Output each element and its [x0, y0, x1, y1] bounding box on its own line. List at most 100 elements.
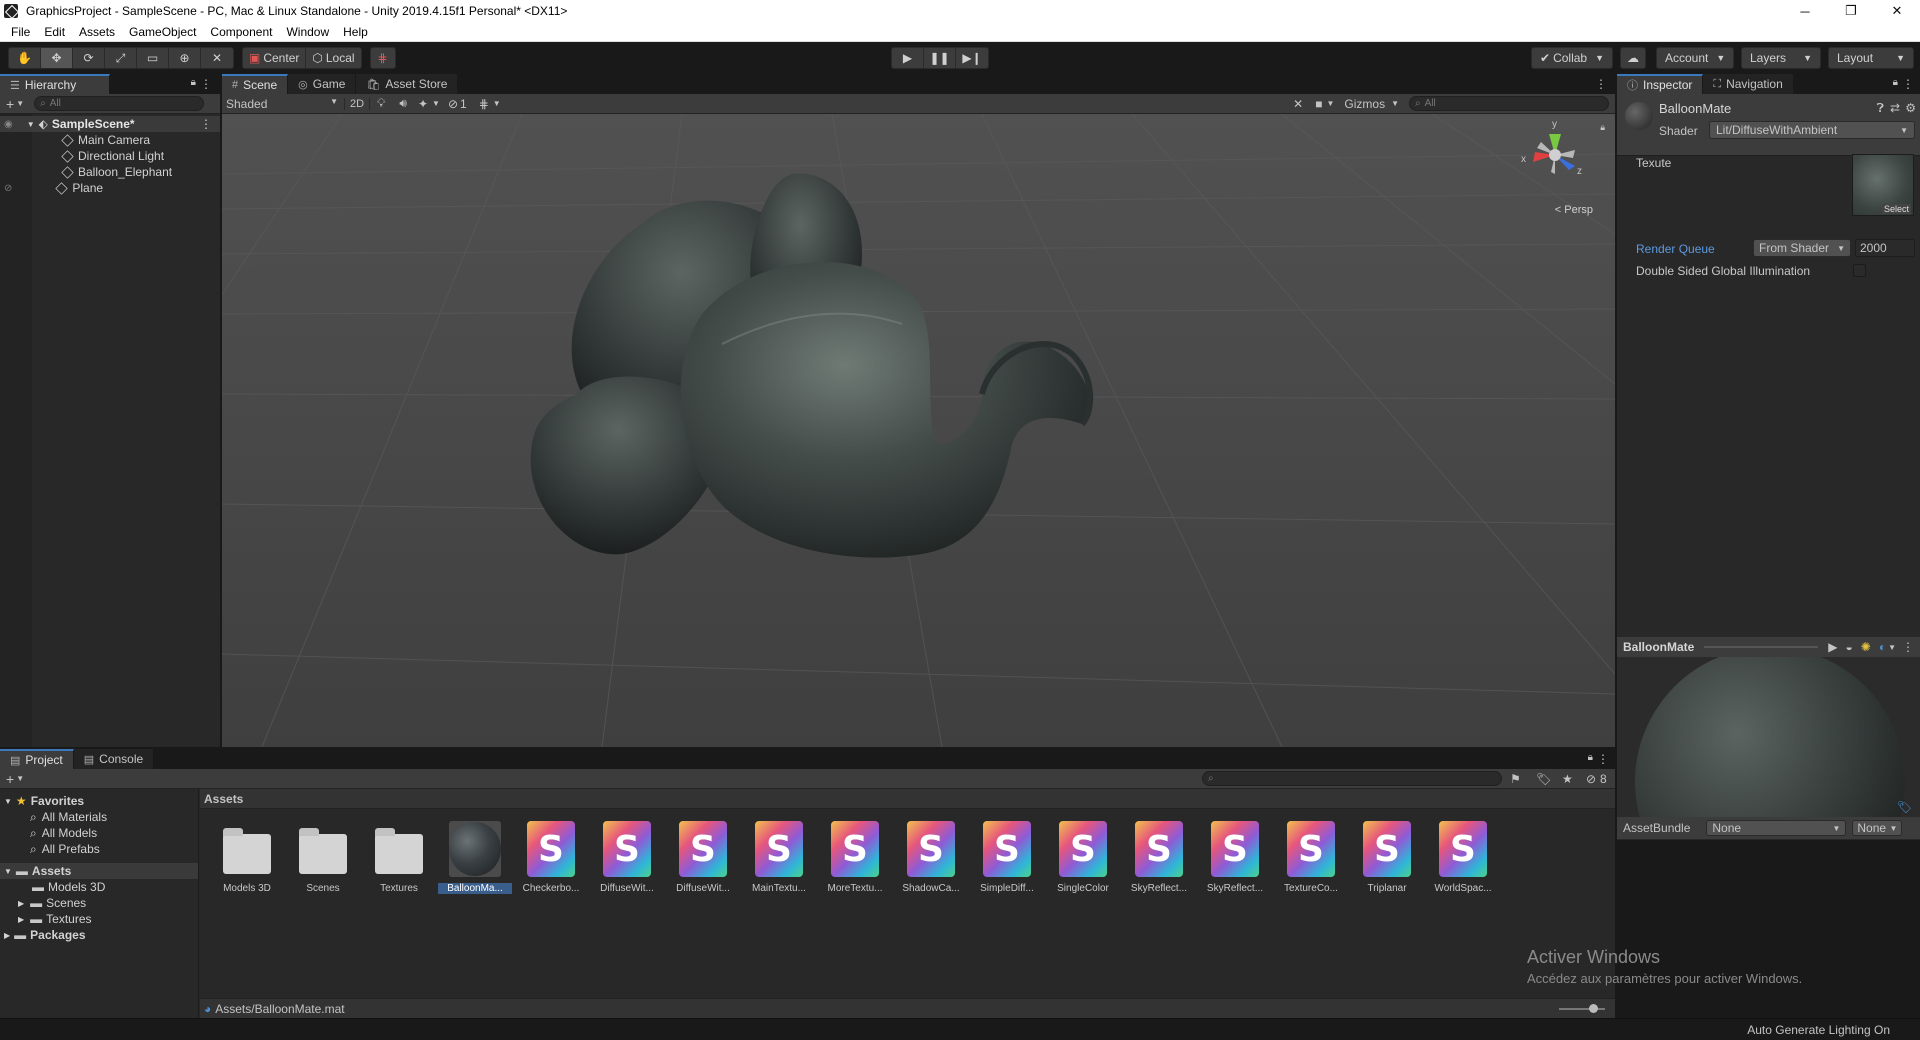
- asset-item-shader[interactable]: S ShadowCa...: [896, 821, 966, 894]
- lock-icon[interactable]: 🔒︎: [1893, 77, 1898, 88]
- asset-item-shader[interactable]: S Triplanar: [1352, 821, 1422, 894]
- chevron-down-icon[interactable]: ▼: [493, 99, 501, 108]
- orientation-gizmo[interactable]: y x z: [1515, 119, 1595, 192]
- light-icon[interactable]: ✺: [1861, 640, 1871, 654]
- hand-tool-icon[interactable]: ✋: [9, 48, 41, 68]
- lock-icon[interactable]: 🔒︎: [191, 77, 196, 88]
- account-dropdown[interactable]: Account ▼: [1656, 47, 1734, 69]
- texture-slot[interactable]: Select: [1852, 154, 1914, 216]
- asset-folder-item[interactable]: ▶ ▬ Scenes: [0, 895, 198, 911]
- assetbundle-variant-dropdown[interactable]: None ▼: [1852, 820, 1903, 836]
- icon-size-slider[interactable]: [1559, 1004, 1605, 1013]
- lighting-status[interactable]: Auto Generate Lighting On: [1747, 1023, 1890, 1037]
- kebab-menu-icon[interactable]: ⋮: [200, 77, 212, 91]
- slider-thumb[interactable]: [1589, 1004, 1598, 1013]
- menu-edit[interactable]: Edit: [37, 25, 72, 39]
- lock-icon[interactable]: 🔒︎: [1588, 752, 1593, 763]
- grid-toggle-icon[interactable]: ⋕: [479, 97, 489, 111]
- eye-icon[interactable]: ◉: [4, 119, 13, 130]
- rect-tool-icon[interactable]: ▭: [137, 48, 169, 68]
- layout-dropdown[interactable]: Layout ▼: [1828, 47, 1914, 69]
- tag-icon[interactable]: 🏷︎: [1897, 800, 1912, 814]
- asset-item-shader[interactable]: S DiffuseWit...: [592, 821, 662, 894]
- favorite-item[interactable]: ⌕ All Models: [0, 825, 198, 841]
- cloud-button[interactable]: ☁: [1620, 47, 1646, 69]
- render-queue-mode-dropdown[interactable]: From Shader ▼: [1753, 239, 1851, 257]
- hierarchy-item[interactable]: Main Camera: [0, 132, 220, 148]
- menu-file[interactable]: File: [4, 25, 37, 39]
- preview-drag-handle[interactable]: [1704, 646, 1819, 648]
- asset-folder-item[interactable]: ▬ Models 3D: [0, 879, 198, 895]
- asset-item-shader[interactable]: S MoreTextu...: [820, 821, 890, 894]
- chevron-down-icon[interactable]: ▼: [432, 99, 440, 108]
- play-icon[interactable]: ▶: [1828, 640, 1837, 654]
- tab-hierarchy[interactable]: ☰ Hierarchy: [0, 74, 110, 94]
- scale-tool-icon[interactable]: ⤢: [105, 48, 137, 68]
- asset-item-material[interactable]: BalloonMa...: [438, 821, 512, 894]
- menu-assets[interactable]: Assets: [72, 25, 122, 39]
- gear-icon[interactable]: ⚙: [1905, 101, 1916, 115]
- tab-game[interactable]: ◎ Game: [288, 74, 357, 94]
- perspective-label[interactable]: < Persp: [1555, 204, 1593, 216]
- expand-arrow-icon[interactable]: ▼: [27, 120, 35, 129]
- chevron-down-icon[interactable]: ▼: [1326, 99, 1334, 108]
- hidden-objects-icon[interactable]: ⊘: [448, 97, 458, 111]
- kebab-menu-icon[interactable]: ⋮: [1597, 752, 1609, 766]
- hidden-eye-icon[interactable]: ⊘: [4, 183, 12, 194]
- asset-item-shader[interactable]: S Checkerbo...: [516, 821, 586, 894]
- asset-item-folder[interactable]: Textures: [364, 821, 434, 894]
- add-icon[interactable]: +: [6, 771, 14, 787]
- scene-search-input[interactable]: ⌕ All: [1409, 96, 1609, 111]
- shading-mode-dropdown[interactable]: Shaded ▼: [226, 97, 344, 111]
- scene-viewport[interactable]: y x z 🔒︎ < Persp: [222, 114, 1615, 747]
- tab-navigation[interactable]: ⛶ Navigation: [1703, 74, 1794, 94]
- asset-item-shader[interactable]: S WorldSpac...: [1428, 821, 1498, 894]
- pause-button[interactable]: ❚❚: [924, 48, 956, 68]
- render-queue-input[interactable]: 2000: [1855, 239, 1915, 257]
- project-search-input[interactable]: ⌕: [1202, 771, 1502, 786]
- assetbundle-dropdown[interactable]: None ▼: [1706, 820, 1847, 836]
- asset-item-shader[interactable]: S TextureCo...: [1276, 821, 1346, 894]
- double-sided-gi-checkbox[interactable]: [1853, 264, 1866, 277]
- chevron-down-icon[interactable]: ▼: [1888, 643, 1896, 652]
- tab-console[interactable]: ▤ Console: [73, 749, 155, 769]
- transform-tool-icon[interactable]: ⊕: [169, 48, 201, 68]
- hierarchy-item[interactable]: Balloon_Elephant: [0, 164, 220, 180]
- lighting-toggle-icon[interactable]: 💡︎: [377, 96, 385, 111]
- scene-lock-icon[interactable]: 🔒︎: [1600, 122, 1605, 133]
- layers-dropdown[interactable]: Layers ▼: [1741, 47, 1821, 69]
- restore-button[interactable]: ❐: [1828, 0, 1874, 22]
- collab-dropdown[interactable]: ✔ Collab ▼: [1531, 47, 1614, 69]
- breadcrumb-assets[interactable]: Assets: [204, 792, 243, 806]
- hierarchy-search-input[interactable]: ⌕ All: [34, 96, 205, 111]
- audio-toggle-icon[interactable]: 🔊︎: [399, 96, 407, 111]
- effects-toggle-icon[interactable]: ✦: [418, 97, 428, 111]
- asset-item-folder[interactable]: Scenes: [288, 821, 358, 894]
- kebab-menu-icon[interactable]: ⋮: [1902, 640, 1914, 654]
- asset-item-shader[interactable]: S SimpleDiff...: [972, 821, 1042, 894]
- tools-icon[interactable]: ✕: [1293, 97, 1303, 111]
- asset-folder-item[interactable]: ▶ ▬ Textures: [0, 911, 198, 927]
- favorites-node[interactable]: ▼ ★ Favorites: [0, 793, 198, 809]
- favorite-item[interactable]: ⌕ All Prefabs: [0, 841, 198, 857]
- camera-icon[interactable]: ■: [1315, 97, 1322, 111]
- search-by-type-icon[interactable]: ⚑: [1510, 772, 1521, 786]
- sphere-mesh-icon[interactable]: ◒: [1846, 640, 1853, 654]
- kebab-menu-icon[interactable]: ⋮: [1902, 77, 1914, 91]
- search-by-label-icon[interactable]: 🏷︎: [1536, 772, 1551, 786]
- grid-snap-icon[interactable]: ⋕: [371, 48, 395, 68]
- shader-dropdown[interactable]: Lit/DiffuseWithAmbient ▼: [1709, 121, 1915, 139]
- menu-component[interactable]: Component: [203, 25, 279, 39]
- preset-icon[interactable]: ⇄: [1890, 101, 1900, 115]
- menu-window[interactable]: Window: [279, 25, 336, 39]
- asset-item-shader[interactable]: S SingleColor: [1048, 821, 1118, 894]
- hidden-packages-icon[interactable]: ⊘: [1586, 772, 1596, 786]
- asset-item-shader[interactable]: S SkyReflect...: [1200, 821, 1270, 894]
- minimize-button[interactable]: ─: [1782, 0, 1828, 22]
- menu-gameobject[interactable]: GameObject: [122, 25, 203, 39]
- hierarchy-item[interactable]: ⊘ Plane: [0, 180, 220, 196]
- step-button[interactable]: ▶❙: [956, 48, 988, 68]
- tab-inspector[interactable]: ⓘ Inspector: [1617, 74, 1704, 94]
- kebab-menu-icon[interactable]: ⋮: [200, 117, 212, 131]
- asset-item-shader[interactable]: S MainTextu...: [744, 821, 814, 894]
